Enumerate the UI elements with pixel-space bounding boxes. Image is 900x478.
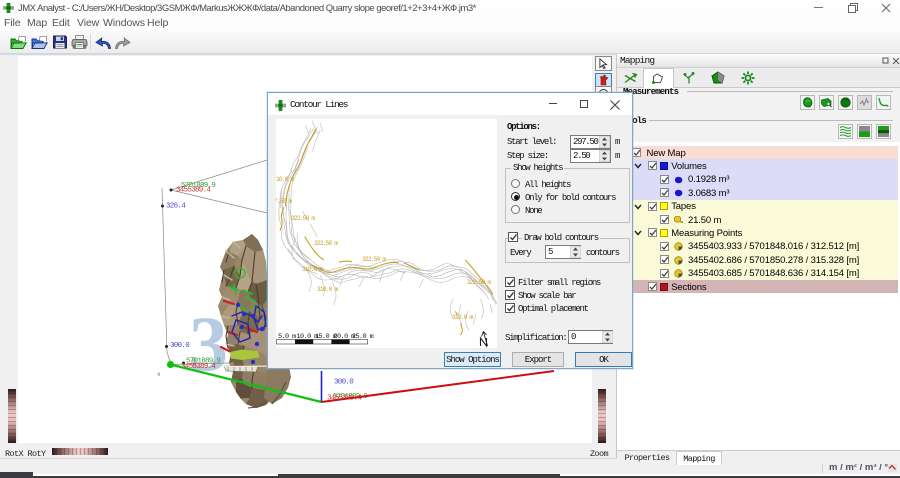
svg-text:x: x — [157, 371, 161, 378]
svg-text:326.4: 326.4 — [166, 203, 186, 211]
svg-text:300.0: 300.0 — [334, 379, 354, 387]
svg-text:300.0: 300.0 — [170, 342, 190, 350]
svg-text:3455389.4: 3455389.4 — [176, 187, 211, 195]
svg-text:3455389.4: 3455389.4 — [181, 363, 216, 371]
